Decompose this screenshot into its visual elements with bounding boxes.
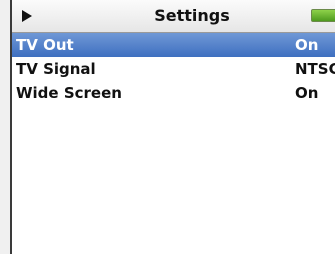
ipod-screen: Settings TV Out On TV Signal NTSC Wide S… [10, 0, 335, 254]
title-bar: Settings [12, 0, 335, 33]
menu-item-label: TV Signal [16, 60, 96, 78]
settings-menu: TV Out On TV Signal NTSC Wide Screen On [12, 33, 335, 105]
menu-item-label: Wide Screen [16, 84, 122, 102]
menu-item-label: TV Out [16, 36, 74, 54]
play-icon [22, 10, 32, 22]
menu-item-tv-out[interactable]: TV Out On [12, 33, 335, 57]
menu-item-value: On [295, 84, 319, 102]
page-title: Settings [154, 6, 230, 25]
menu-item-value: On [295, 36, 319, 54]
battery-icon [311, 9, 335, 22]
menu-item-wide-screen[interactable]: Wide Screen On [12, 81, 335, 105]
menu-item-tv-signal[interactable]: TV Signal NTSC [12, 57, 335, 81]
device-bezel [0, 0, 10, 254]
menu-item-value: NTSC [295, 60, 335, 78]
